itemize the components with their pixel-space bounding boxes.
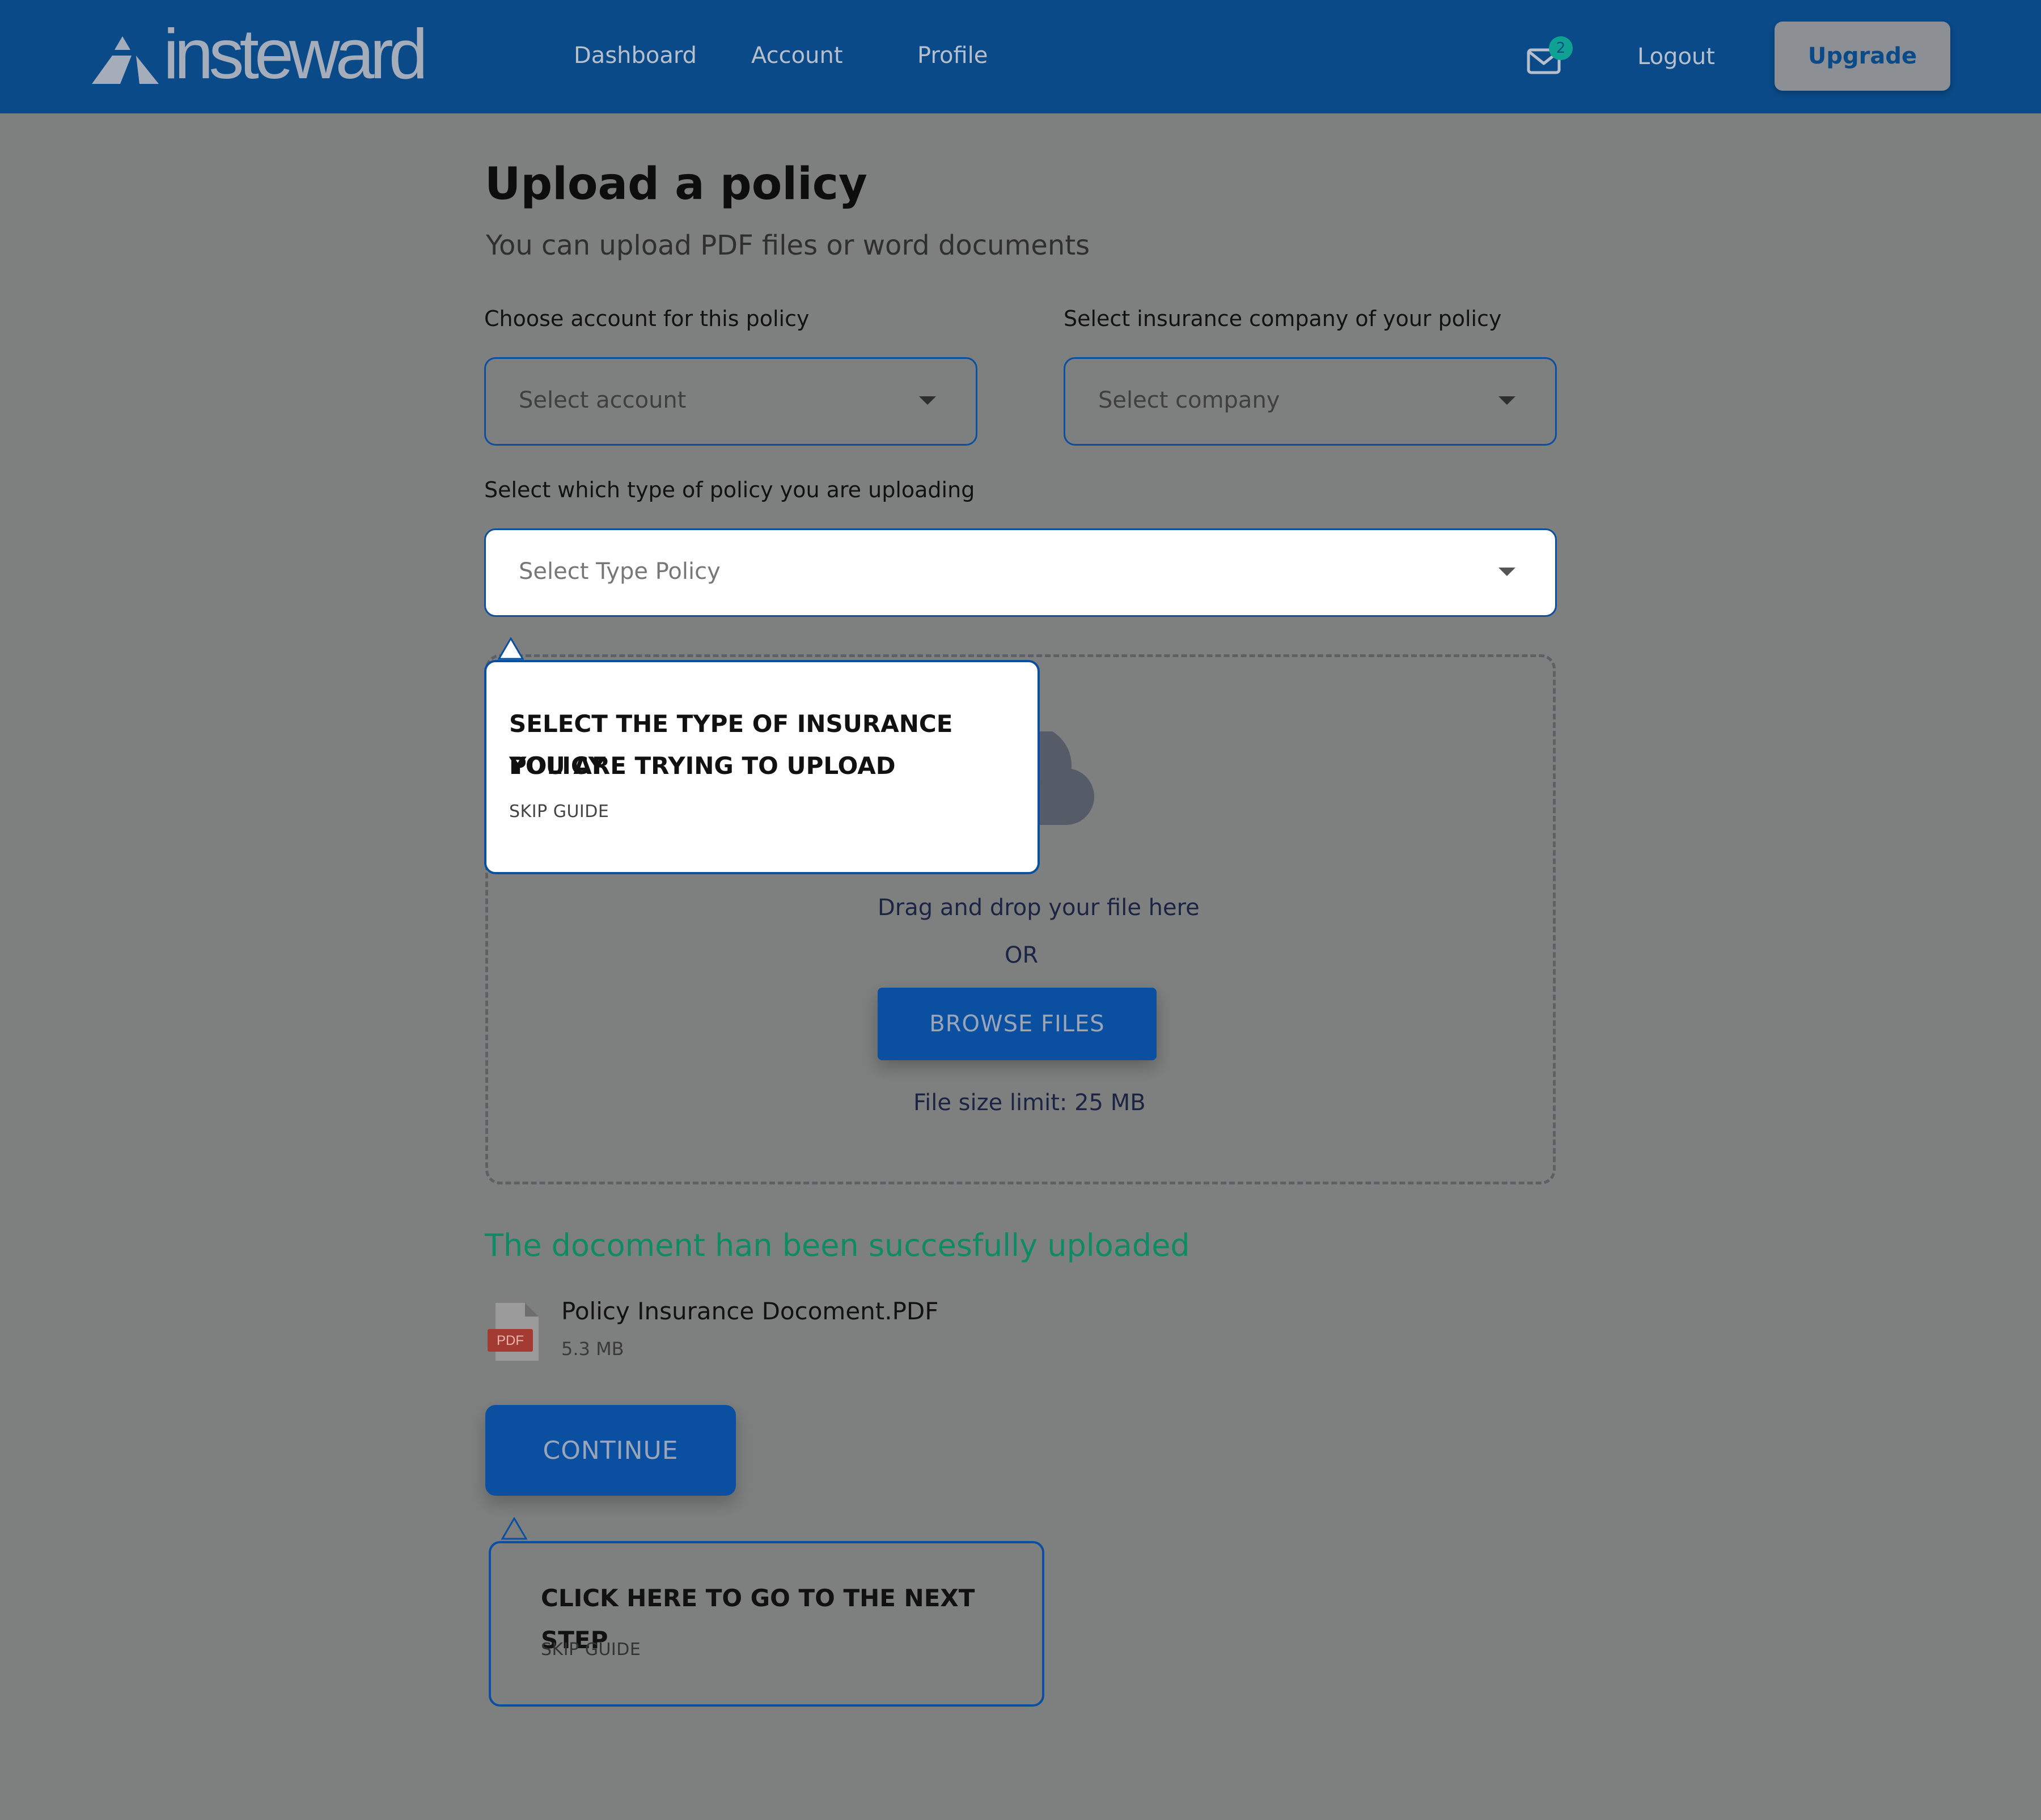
nav-profile[interactable]: Profile xyxy=(917,40,988,71)
company-label: Select insurance company of your policy xyxy=(1064,306,1502,331)
uploaded-file-size: 5.3 MB xyxy=(561,1338,624,1360)
account-label: Choose account for this policy xyxy=(484,306,810,331)
browse-files-button[interactable]: BROWSE FILES xyxy=(878,988,1157,1060)
company-select[interactable]: Select company xyxy=(1064,357,1557,446)
tooltip-arrow-icon xyxy=(498,637,524,660)
guide-tooltip-policy-type: SELECT THE TYPE OF INSURANCE POLICY YOU … xyxy=(484,660,1040,874)
chevron-down-icon xyxy=(1498,568,1515,576)
skip-guide-link[interactable]: SKIP GUIDE xyxy=(509,802,609,822)
company-select-value: Select company xyxy=(1098,387,1280,413)
account-select-value: Select account xyxy=(519,387,687,413)
or-text: OR xyxy=(1005,942,1039,968)
skip-guide-link[interactable]: SKIP GUIDE xyxy=(541,1640,641,1660)
guide-tooltip-title-line2: YOU ARE TRYING TO UPLOAD xyxy=(509,752,896,780)
account-select[interactable]: Select account xyxy=(484,357,977,446)
insteward-logo[interactable]: insteward xyxy=(91,15,428,94)
file-size-limit: File size limit: 25 MB xyxy=(913,1090,1146,1116)
pdf-file-icon: PDF xyxy=(488,1303,539,1361)
page-title: Upload a policy xyxy=(485,159,867,210)
notification-badge: 2 xyxy=(1549,36,1573,60)
policy-type-select[interactable]: Select Type Policy xyxy=(484,528,1557,617)
drag-drop-text: Drag and drop your file here xyxy=(878,895,1200,921)
chevron-down-icon xyxy=(919,396,936,405)
continue-button[interactable]: CONTINUE xyxy=(485,1405,736,1496)
nav-dashboard[interactable]: Dashboard xyxy=(574,40,697,71)
nav-account[interactable]: Account xyxy=(751,40,843,71)
policy-type-label: Select which type of policy you are uplo… xyxy=(484,477,975,502)
tooltip-arrow-icon xyxy=(501,1517,527,1540)
policy-type-select-value: Select Type Policy xyxy=(519,558,721,585)
pdf-badge-text: PDF xyxy=(497,1333,524,1348)
guide-tooltip-continue: CLICK HERE TO GO TO THE NEXT STEP SKIP G… xyxy=(489,1541,1044,1707)
chevron-down-icon xyxy=(1498,396,1515,405)
logo-triangle-icon xyxy=(92,36,159,84)
logo-wordmark: insteward xyxy=(163,15,428,94)
logout-link[interactable]: Logout xyxy=(1637,41,1715,73)
top-navigation-bar: insteward Dashboard Account Profile 2 Lo… xyxy=(0,0,2041,113)
upload-success-message: The docoment han been succesfully upload… xyxy=(485,1228,1190,1263)
uploaded-file-name: Policy Insurance Docoment.PDF xyxy=(561,1297,939,1325)
page-subtitle: You can upload PDF files or word documen… xyxy=(486,230,1090,261)
upgrade-button[interactable]: Upgrade xyxy=(1775,22,1950,91)
